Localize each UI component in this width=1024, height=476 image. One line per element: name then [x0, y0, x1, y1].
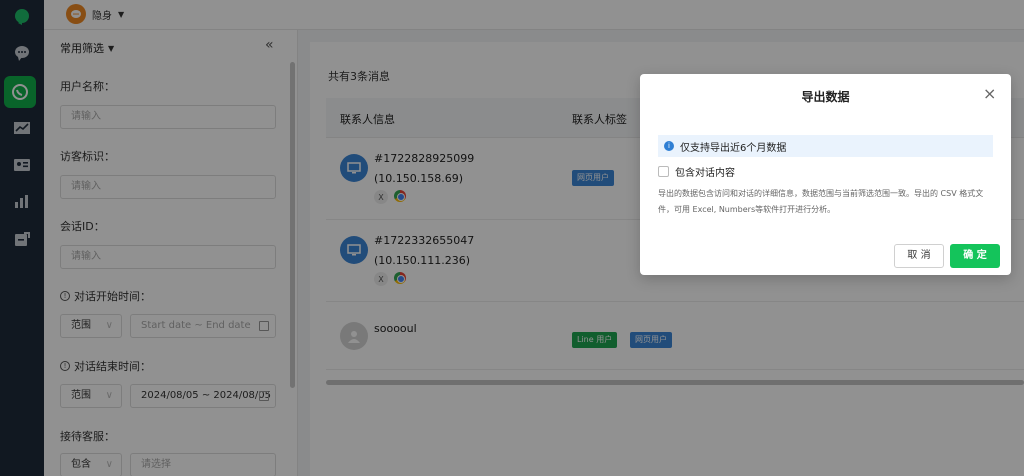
- cancel-button[interactable]: 取 消: [894, 244, 944, 268]
- dialog-title: 导出数据: [801, 90, 850, 104]
- close-icon[interactable]: ×: [983, 84, 996, 103]
- export-dialog: 导出数据 × i 仅支持导出近6个月数据 包含对话内容 导出的数据包含访问和对话…: [640, 74, 1011, 275]
- export-notice: i 仅支持导出近6个月数据: [658, 135, 993, 157]
- confirm-button[interactable]: 确 定: [950, 244, 1000, 268]
- include-conversation-option[interactable]: 包含对话内容: [658, 164, 735, 179]
- include-conversation-checkbox[interactable]: [658, 166, 669, 177]
- checkbox-label[interactable]: 包含对话内容: [675, 164, 735, 179]
- notice-text: 仅支持导出近6个月数据: [680, 142, 787, 154]
- export-description: 导出的数据包含访问和对话的详细信息，数据范围与当前筛选范围一致。导出的 CSV …: [658, 189, 984, 214]
- info-icon: i: [664, 141, 674, 151]
